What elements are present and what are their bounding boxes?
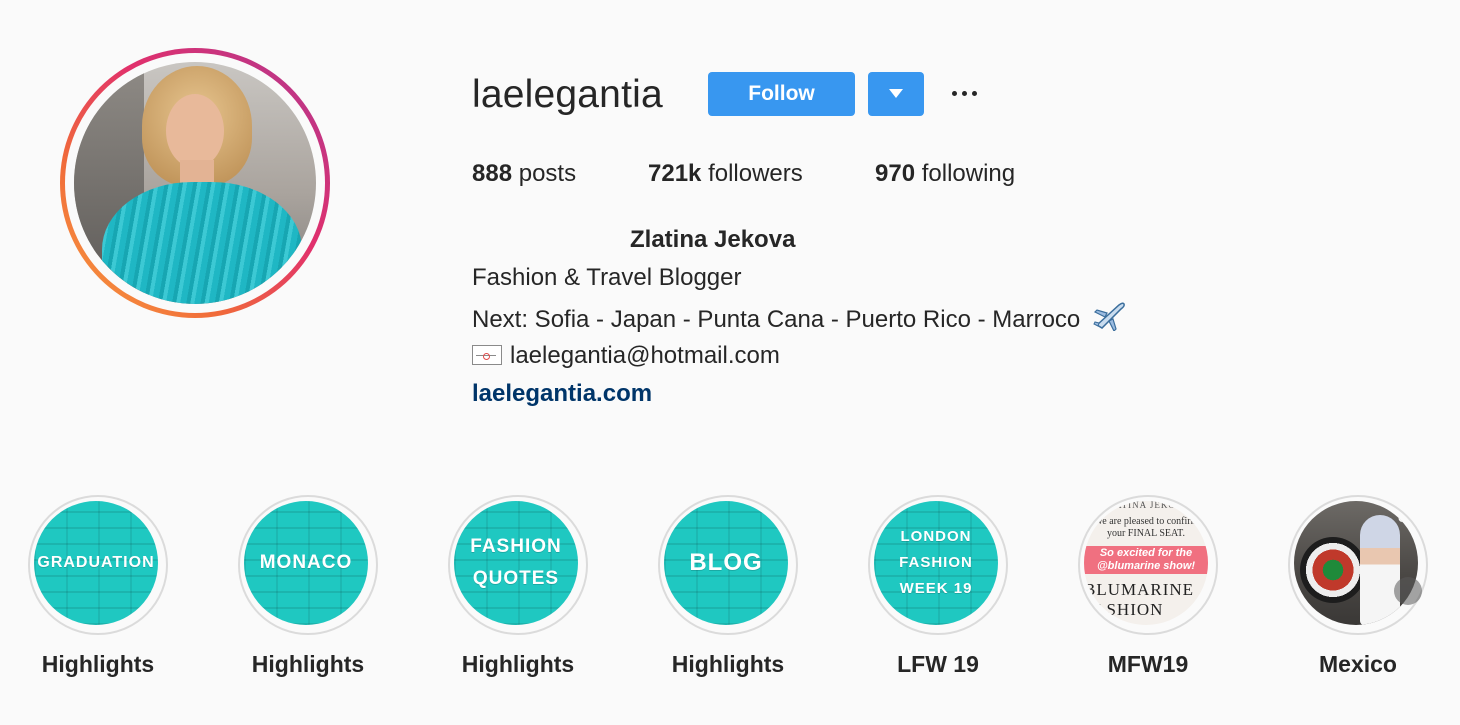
highlight-lfw-19[interactable]: LONDON FASHION WEEK 19 LFW 19 — [868, 495, 1008, 685]
highlight-cover: OTE — [1294, 501, 1418, 625]
envelope-icon — [472, 345, 502, 365]
highlight-label: Highlights — [671, 651, 785, 677]
highlight-blog[interactable]: BLOG Highlights — [658, 495, 798, 685]
highlight-graduation[interactable]: GRADUATION Highlights — [28, 495, 168, 685]
profile-avatar[interactable] — [60, 48, 330, 318]
follow-button[interactable]: Follow — [708, 72, 855, 116]
website-link[interactable]: laelegantia.com — [472, 378, 652, 410]
profile-username: laelegantia — [472, 73, 663, 116]
highlight-label: Highlights — [41, 651, 155, 677]
highlight-label: Highlights — [251, 651, 365, 677]
highlights-next-button[interactable] — [1394, 577, 1422, 605]
highlight-label: Highlights — [461, 651, 575, 677]
sombrero-image — [1300, 537, 1366, 603]
more-options-button[interactable] — [948, 80, 982, 108]
highlight-label: LFW 19 — [897, 651, 979, 677]
chevron-down-icon — [889, 89, 903, 98]
highlight-cover: BLOG — [664, 501, 788, 625]
suggested-dropdown-button[interactable] — [868, 72, 924, 116]
bio-email: laelegantia@hotmail.com — [472, 340, 780, 372]
highlight-fashion-quotes[interactable]: FASHION QUOTES Highlights — [448, 495, 588, 685]
highlight-label: MFW19 — [1107, 651, 1189, 677]
highlight-cover: LATINA JEKOV We are pleased to confirm y… — [1084, 501, 1208, 625]
followers-link[interactable]: 721k followers — [648, 158, 803, 190]
more-horizontal-icon — [952, 91, 957, 96]
highlight-cover: MONACO — [244, 501, 368, 625]
highlight-mfw19[interactable]: LATINA JEKOV We are pleased to confirm y… — [1078, 495, 1218, 685]
airplane-icon — [1093, 302, 1125, 331]
avatar-photo — [74, 62, 316, 304]
bio-line-2: Next: Sofia - Japan - Punta Cana - Puert… — [472, 301, 1127, 336]
highlight-cover: GRADUATION — [34, 501, 158, 625]
profile-full-name: Zlatina Jekova — [630, 226, 796, 253]
highlight-cover: FASHION QUOTES — [454, 501, 578, 625]
highlight-monaco[interactable]: MONACO Highlights — [238, 495, 378, 685]
following-link[interactable]: 970 following — [875, 158, 1015, 190]
highlight-cover: LONDON FASHION WEEK 19 — [874, 501, 998, 625]
posts-count: 888 posts — [472, 160, 577, 187]
highlight-label: Mexico — [1319, 651, 1397, 677]
bio-line-1: Fashion & Travel Blogger — [472, 264, 742, 291]
